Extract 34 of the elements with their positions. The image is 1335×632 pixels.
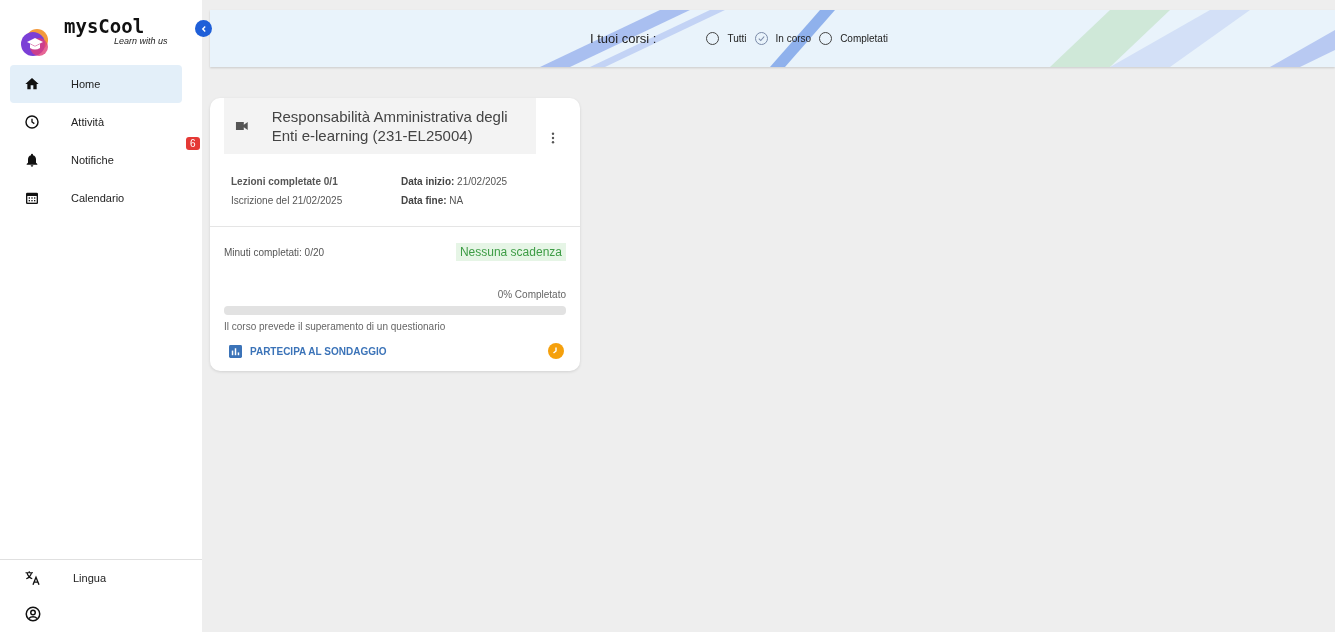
survey-link[interactable]: PARTECIPA AL SONDAGGIO [229, 344, 387, 358]
account-icon [24, 605, 42, 623]
brand-name: mysCool [64, 16, 146, 36]
clock-icon [24, 114, 40, 130]
collapse-button[interactable] [195, 20, 212, 37]
chevron-left-icon [199, 24, 208, 33]
notification-badge: 6 [186, 137, 200, 150]
minutes-completed: Minuti completati: 0/20 [224, 246, 325, 258]
filter-option[interactable]: Tutti [706, 32, 747, 45]
brand-tagline: Learn with us [114, 36, 168, 46]
progress-text: 0% Completato [497, 289, 566, 300]
home-icon [24, 76, 40, 92]
filter-option[interactable]: Completati [819, 32, 888, 45]
deadline-tag: Nessuna scadenza [455, 243, 566, 261]
filter-label: I tuoi corsi : [590, 31, 657, 46]
end-date: Data fine: NA [401, 195, 465, 206]
calendar-icon [24, 190, 40, 206]
translate-icon [24, 569, 42, 587]
start-date: Data inizio: 21/02/2025 [401, 176, 509, 187]
clock-icon [548, 343, 564, 359]
nav-item[interactable]: Calendario [10, 179, 182, 217]
course-title: Responsabilità Amministrativa degli Enti e-learning (231-EL25004) [271, 107, 509, 145]
enrollment-date: Iscrizione del 21/02/2025 [231, 195, 344, 206]
language-item[interactable]: Lingua [10, 560, 199, 596]
nav-item[interactable]: Notifiche [10, 141, 182, 179]
bar-chart-icon [229, 344, 242, 358]
nav-item[interactable]: Attività [10, 103, 182, 141]
course-note: Il corso prevede il superamento di un questionario [224, 321, 447, 332]
bell-icon [24, 152, 40, 168]
logo-icon [20, 28, 50, 58]
lessons-completed: Lezioni completate 0/1 [231, 176, 339, 187]
filter-option[interactable]: In corso [754, 32, 812, 45]
check-icon [756, 34, 766, 43]
nav-item[interactable]: Home [10, 65, 182, 103]
